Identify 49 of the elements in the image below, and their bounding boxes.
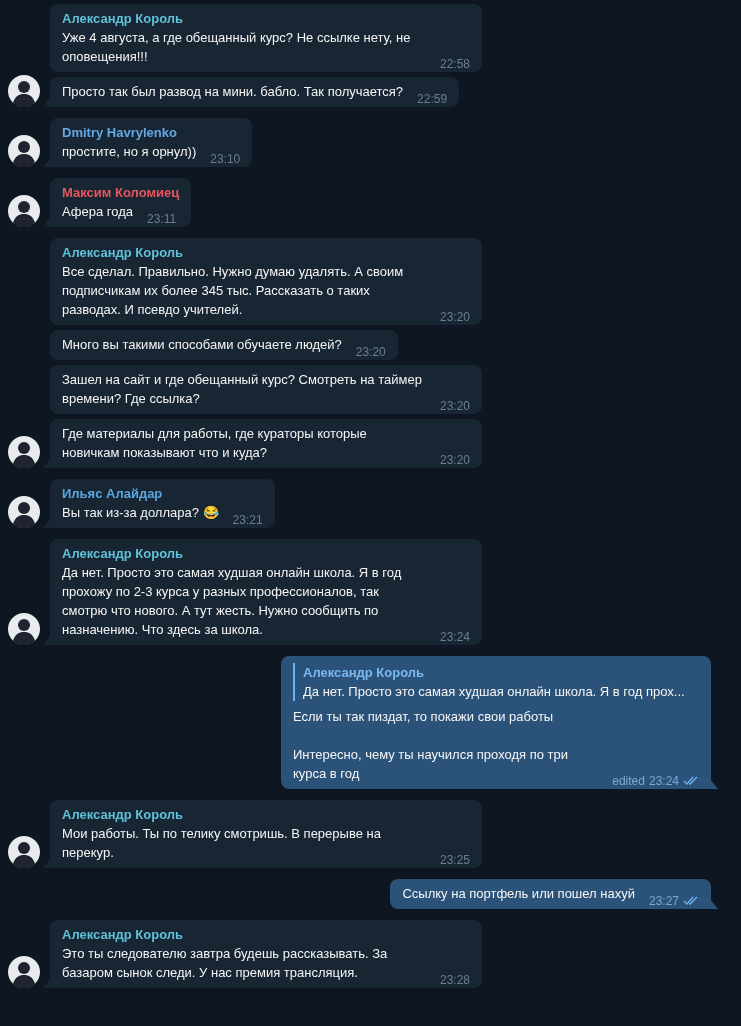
message-text: Это ты следователю завтра будешь рассказывать. За базаром сынок следи. У нас премия трансляция.: [62, 945, 389, 982]
sender-name[interactable]: Александр Король: [62, 805, 470, 824]
reply-quote[interactable]: Александр Король Да нет. Просто это самая худшая онлайн школа. Я в год прох...: [293, 663, 699, 701]
message-time: 23:20: [439, 453, 470, 467]
message-text: Все сделал. Правильно. Нужно думаю удалять. А своим подписчикам их более 345 тыс. Рассказать о таких разводах. И псевдо учителей.: [62, 263, 405, 319]
message-time: 23:11: [147, 212, 177, 226]
sender-name[interactable]: Александр Король: [62, 9, 470, 28]
reply-text: Да нет. Просто это самая худшая онлайн школа. Я в год прох...: [303, 684, 685, 699]
message-text: Ссылку на портфель или пошел нахуй: [402, 885, 635, 903]
message-time: 23:21: [232, 513, 263, 527]
message-time: 23:24: [439, 630, 470, 644]
sender-name[interactable]: Ильяс Алайдар: [62, 484, 263, 503]
message-text: Если ты так пиздат, то покажи свои работы: [293, 708, 555, 726]
sender-name[interactable]: Александр Король: [62, 243, 470, 262]
message-text: Вы так из-за доллара? 😂: [62, 504, 219, 522]
avatar-icon[interactable]: [8, 195, 40, 227]
sender-name[interactable]: Александр Король: [62, 544, 470, 563]
sender-name[interactable]: Александр Король: [62, 925, 470, 944]
message-time: 23:25: [439, 853, 470, 867]
message-time: 23:20: [439, 399, 470, 413]
message-text: Зашел на сайт и где обещанный курс? Смотреть на таймер времени? Где ссылка?: [62, 371, 423, 408]
avatar-icon[interactable]: [8, 496, 40, 528]
message-time: 23:28: [439, 973, 470, 987]
message-text: Просто так был развод на мини. бабло. Так получается?: [62, 83, 404, 101]
message-text: Афера года: [62, 203, 134, 221]
avatar-icon[interactable]: [8, 75, 40, 107]
avatar-icon[interactable]: [8, 135, 40, 167]
reply-sender: Александр Король: [303, 664, 425, 682]
message-text: Интересно, чему ты научился проходя по три курса в год: [293, 746, 569, 783]
message-time: 22:59: [417, 92, 448, 106]
avatar-icon[interactable]: [8, 836, 40, 868]
edited-label: edited: [612, 774, 645, 788]
sender-name[interactable]: Максим Коломиец: [62, 183, 180, 202]
message-text: Мои работы. Ты по телику смотришь. В перерыве на перекур.: [62, 825, 382, 862]
sender-name[interactable]: Dmitry Havrylenko: [62, 123, 241, 142]
avatar-icon[interactable]: [8, 613, 40, 645]
message-text: Уже 4 августа, а где обещанный курс? Не ссылке нету, не оповещения!!!: [62, 29, 412, 66]
message-time: 22:58: [439, 57, 470, 71]
avatar-icon[interactable]: [8, 436, 40, 468]
message-text: Где материалы для работы, где кураторы которые новичкам показывают что и куда?: [62, 425, 368, 462]
message-time: 23:27: [648, 894, 679, 908]
message-text: Много вы такими способами обучаете людей?: [62, 336, 342, 354]
message-time: 23:24: [648, 774, 679, 788]
message-text: простите, но я орнул)): [62, 143, 197, 161]
message-text: Да нет. Просто это самая худшая онлайн школа. Я в год прохожу по 2-3 курса у разных профессионалов, так смотрю что нового. А тут жесть. Нужно сообщить по назначению. Что здесь за школа.: [62, 564, 403, 639]
avatar-icon[interactable]: [8, 956, 40, 988]
message-time: 23:20: [439, 310, 470, 324]
message-time: 23:10: [210, 152, 241, 166]
message-time: 23:20: [355, 345, 386, 359]
